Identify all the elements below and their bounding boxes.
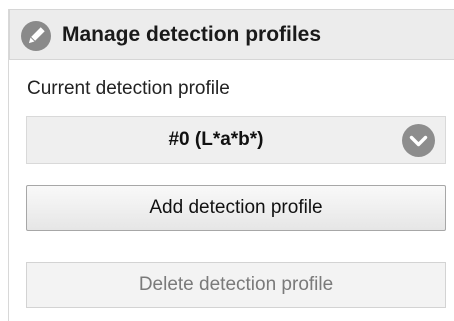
panel-header: Manage detection profiles (9, 9, 454, 60)
add-detection-profile-button[interactable]: Add detection profile (26, 185, 446, 231)
current-profile-label: Current detection profile (27, 78, 230, 99)
delete-detection-profile-button[interactable]: Delete detection profile (26, 262, 446, 308)
selected-profile-value: #0 (L*a*b*) (168, 129, 264, 150)
pencil-icon (21, 21, 51, 51)
manage-detection-profiles-panel: Manage detection profiles Current detect… (8, 9, 454, 321)
panel-title: Manage detection profiles (62, 23, 322, 46)
chevron-down-icon[interactable] (402, 124, 435, 157)
detection-profile-select[interactable]: #0 (L*a*b*) (26, 116, 446, 164)
